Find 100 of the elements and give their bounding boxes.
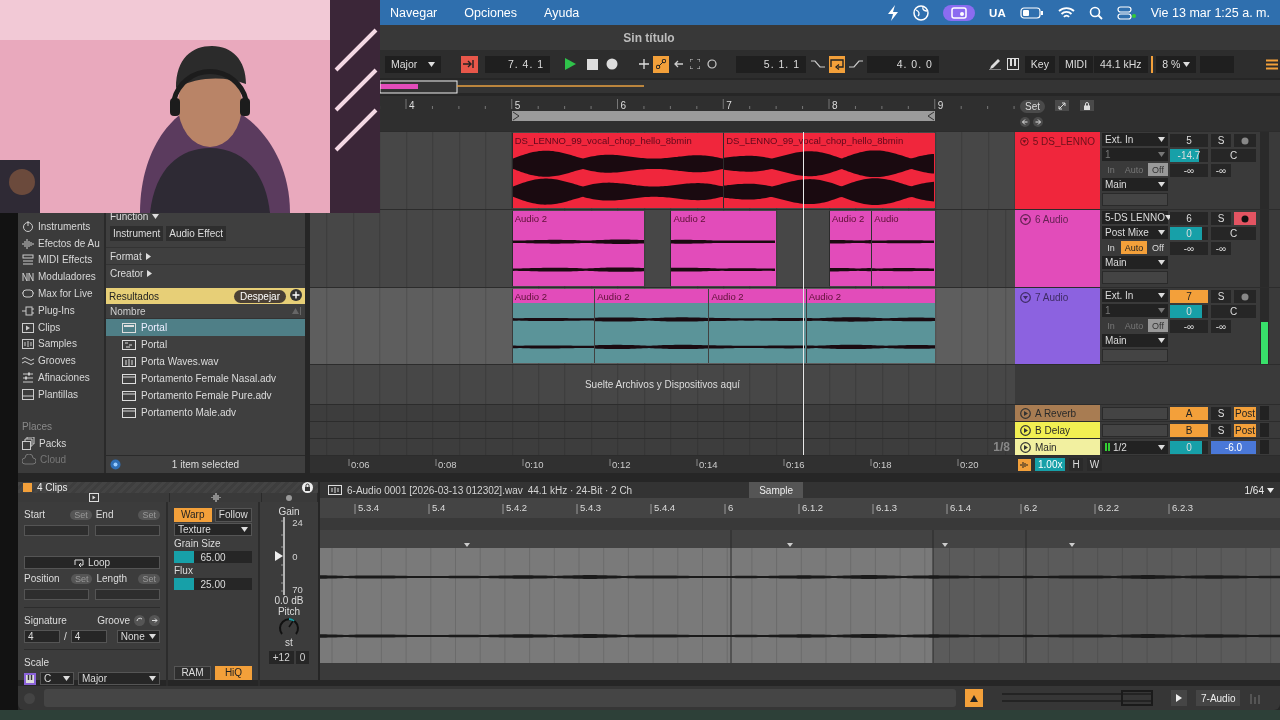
input-dropdown[interactable]: Ext. In <box>1102 133 1168 146</box>
track-number-button[interactable]: 6 <box>1170 212 1208 225</box>
browser-category[interactable]: Efectos de Au <box>22 234 104 252</box>
arm-button[interactable] <box>1234 134 1256 147</box>
solo-button[interactable]: S <box>1211 290 1231 303</box>
monitor-button[interactable]: Off <box>1148 319 1168 332</box>
previous-locator-button[interactable] <box>1020 117 1030 129</box>
output-dropdown[interactable]: Main <box>1102 256 1168 269</box>
post-button[interactable]: Post <box>1234 406 1256 420</box>
play-button[interactable] <box>1171 690 1187 706</box>
return-header[interactable]: B Delay <box>1015 422 1100 438</box>
browser-category[interactable]: Plantillas <box>22 385 104 403</box>
input-dropdown[interactable]: Ext. In <box>1102 289 1168 302</box>
browser-item[interactable]: Portal <box>106 319 305 336</box>
track-number-button[interactable]: 5 <box>1170 134 1208 147</box>
signature-field[interactable]: 4 <box>70 630 107 643</box>
filter-chip[interactable]: Audio Effect <box>166 226 226 241</box>
channel-dropdown[interactable]: 1 <box>1102 304 1168 317</box>
warp-button[interactable]: Warp <box>174 507 212 522</box>
filter-heading[interactable]: Creator <box>106 265 305 282</box>
scale-dropdown[interactable]: Major <box>385 55 442 73</box>
menu-item[interactable]: Navegar <box>390 5 438 20</box>
automation-arm-button[interactable] <box>653 55 670 73</box>
fine-field[interactable]: 0 <box>295 651 310 664</box>
groove-dropdown[interactable]: None <box>116 630 160 643</box>
slider-thumb[interactable] <box>275 551 284 561</box>
pan-field[interactable]: C <box>1211 149 1256 162</box>
grid-dropdown[interactable]: 1/64 <box>1244 484 1274 496</box>
add-button[interactable] <box>290 289 302 303</box>
track-button[interactable]: 7-Audio <box>1196 690 1241 706</box>
beat-ruler[interactable]: 5.3.4 5.4 5.4.2 5.4.3 5.4.4 6 6.1.2 6.1.3 6.1.4 6.2 6.2.2 6.2.3 <box>320 498 1280 518</box>
browser-item[interactable]: Porta Waves.wav <box>106 353 305 370</box>
envelope-tab[interactable] <box>262 493 318 502</box>
time-ruler[interactable]: 0:06 0:08 0:10 0:12 0:14 0:16 0:18 0:20 <box>310 456 1015 473</box>
warp-mode-dropdown[interactable]: Texture <box>174 523 252 536</box>
routing-dropdown[interactable]: 1/2 <box>1102 440 1168 454</box>
empty-field[interactable] <box>1102 349 1168 362</box>
channel-dropdown[interactable]: 1 <box>1102 148 1168 161</box>
arm-button[interactable] <box>1234 212 1256 225</box>
monitor-button[interactable]: Off <box>1148 163 1168 176</box>
return-header[interactable]: A Reverb <box>1015 405 1100 421</box>
arm-button[interactable] <box>1234 290 1256 303</box>
set-button[interactable]: Set <box>1020 100 1045 113</box>
loop-start-field[interactable]: 5. 1. 1 <box>736 55 807 73</box>
sample-tab[interactable]: Sample <box>749 482 804 498</box>
loop-button[interactable]: Loop <box>24 556 160 569</box>
scale-dropdown[interactable]: Major <box>78 672 160 685</box>
follow-button[interactable]: Follow <box>214 507 252 522</box>
solo-button[interactable]: S <box>1211 423 1231 437</box>
browser-category[interactable]: Max for Live <box>22 285 104 302</box>
ram-button[interactable]: RAM <box>174 665 211 680</box>
empty-field[interactable] <box>1102 271 1168 284</box>
track-number-button[interactable]: 7 <box>1170 290 1208 303</box>
cpu-dropdown[interactable]: 8 % <box>1156 55 1196 73</box>
loop-length-field[interactable]: 4. 0. 0 <box>867 55 939 73</box>
clip-tab[interactable] <box>18 493 170 502</box>
output-dropdown[interactable]: Main <box>1102 178 1168 191</box>
browser-category[interactable]: Plug-Ins <box>22 302 104 319</box>
param-field[interactable]: 65.00 <box>174 551 252 563</box>
pan-field[interactable]: C <box>1211 227 1256 240</box>
clear-button[interactable]: Despejar <box>233 289 286 303</box>
filter-heading[interactable]: Format <box>106 248 305 265</box>
position-field[interactable] <box>95 525 160 536</box>
key-button[interactable]: Key <box>1024 55 1055 73</box>
solo-button[interactable]: S <box>1211 212 1231 225</box>
signature-field[interactable]: 4 <box>24 630 60 643</box>
expand-button[interactable] <box>1055 100 1069 111</box>
hiq-button[interactable]: HiQ <box>215 665 252 680</box>
drop-zone[interactable]: Suelte Archivos y Dispositivos aquí <box>310 365 1015 404</box>
browser-category[interactable]: Clips <box>22 318 104 336</box>
send-button[interactable]: A <box>1170 406 1208 420</box>
position-field[interactable] <box>24 589 89 600</box>
menu-item[interactable]: Ayuda <box>544 5 580 20</box>
position-field[interactable] <box>24 525 89 536</box>
param-field[interactable]: 25.00 <box>174 578 252 590</box>
browser-category[interactable]: Afinaciones <box>22 369 104 386</box>
follow-button[interactable] <box>461 55 478 73</box>
pan-field[interactable]: C <box>1211 305 1256 318</box>
channel-dropdown[interactable]: Post Mixe <box>1102 226 1168 239</box>
scale-toggle[interactable] <box>24 672 36 685</box>
output-dropdown[interactable]: Main <box>1102 334 1168 347</box>
browser-item[interactable]: Portamento Male.adv <box>106 404 305 421</box>
solo-button[interactable]: S <box>1211 406 1231 420</box>
coarse-field[interactable]: +12 <box>268 651 294 664</box>
filter-chip[interactable]: Instrument <box>110 226 164 241</box>
menu-item[interactable]: Opciones <box>464 5 518 20</box>
position-field[interactable] <box>95 589 160 600</box>
browser-category[interactable]: Instruments <box>22 218 104 235</box>
browser-item[interactable]: Portamento Female Nasal.adv <box>106 370 305 387</box>
input-dropdown[interactable]: 5-DS LENNO <box>1102 211 1168 224</box>
audio-tab[interactable] <box>170 493 262 502</box>
root-dropdown[interactable]: C <box>40 672 74 685</box>
view-button[interactable]: H <box>1069 458 1083 471</box>
browser-item[interactable]: Portamento Female Pure.adv <box>106 387 305 404</box>
browser-category[interactable]: MIDI Effects <box>22 251 104 269</box>
lock-button[interactable] <box>1080 100 1094 111</box>
return-header[interactable]: Main <box>1015 439 1100 455</box>
browser-category[interactable]: Moduladores <box>22 268 104 286</box>
keyboard-button[interactable] <box>1004 55 1021 73</box>
screen-share-button[interactable] <box>943 4 976 21</box>
